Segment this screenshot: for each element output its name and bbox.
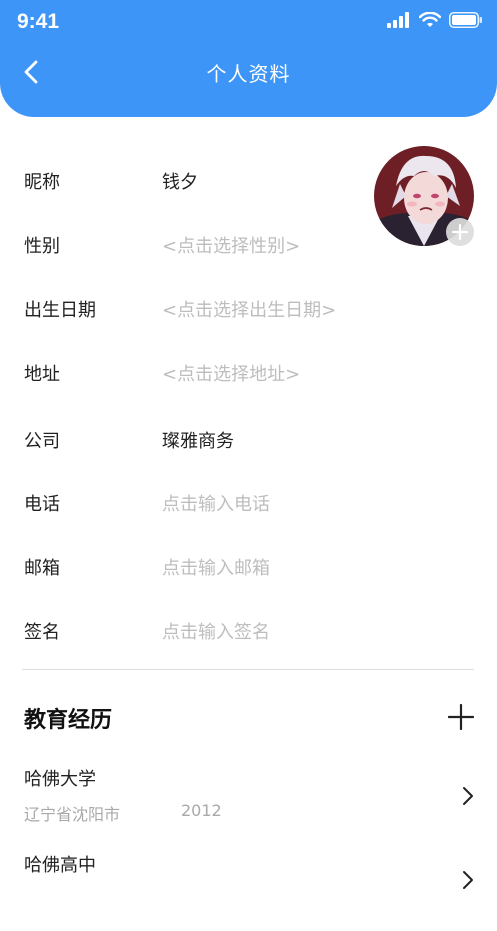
- signature-input[interactable]: 点击输入签名: [162, 618, 270, 644]
- school-year: 2012: [181, 801, 222, 820]
- chevron-right-icon: [463, 787, 473, 805]
- row-label: 地址: [24, 364, 60, 385]
- school-location: 辽宁省沈阳市: [24, 805, 121, 824]
- row-label: 公司: [24, 431, 60, 452]
- page-title: 个人资料: [206, 62, 291, 86]
- birthdate-select[interactable]: <点击选择出生日期>: [162, 296, 336, 322]
- status-icons: [387, 12, 483, 28]
- row-signature[interactable]: 签名 点击输入签名: [0, 610, 497, 650]
- row-label: 性别: [24, 236, 60, 257]
- education-item[interactable]: 哈佛大学 辽宁省沈阳市 2012: [0, 765, 497, 845]
- company-value[interactable]: 璨雅商务: [162, 427, 234, 453]
- battery-icon: [449, 12, 482, 28]
- row-label: 电话: [24, 494, 60, 515]
- wifi-icon: [419, 12, 441, 27]
- signal-icon: [387, 12, 409, 28]
- address-select[interactable]: <点击选择地址>: [162, 360, 300, 386]
- nickname-value[interactable]: 钱夕: [162, 168, 198, 194]
- education-item[interactable]: 哈佛高中: [0, 851, 497, 931]
- school-name: 哈佛高中: [24, 855, 96, 876]
- row-label: 签名: [24, 622, 60, 643]
- row-email[interactable]: 邮箱 点击输入邮箱: [0, 546, 497, 586]
- add-education-icon[interactable]: [448, 704, 474, 730]
- education-section-title: 教育经历: [24, 708, 113, 733]
- email-input[interactable]: 点击输入邮箱: [162, 554, 270, 580]
- row-birthdate[interactable]: 出生日期 <点击选择出生日期>: [0, 288, 497, 328]
- gender-select[interactable]: <点击选择性别>: [162, 232, 300, 258]
- header-bar: 9:41 个人资料: [0, 0, 497, 117]
- row-address[interactable]: 地址 <点击选择地址>: [0, 352, 497, 392]
- divider: [22, 669, 474, 670]
- row-label: 昵称: [24, 172, 60, 193]
- plus-icon: [451, 223, 469, 241]
- status-time: 9:41: [17, 10, 60, 33]
- school-name: 哈佛大学: [24, 769, 96, 790]
- avatar-add-button[interactable]: [446, 218, 474, 246]
- phone-input[interactable]: 点击输入电话: [162, 490, 270, 516]
- row-label: 邮箱: [24, 558, 60, 579]
- row-company[interactable]: 公司 璨雅商务: [0, 419, 497, 459]
- chevron-right-icon: [463, 871, 473, 889]
- row-phone[interactable]: 电话 点击输入电话: [0, 482, 497, 522]
- row-label: 出生日期: [24, 300, 96, 321]
